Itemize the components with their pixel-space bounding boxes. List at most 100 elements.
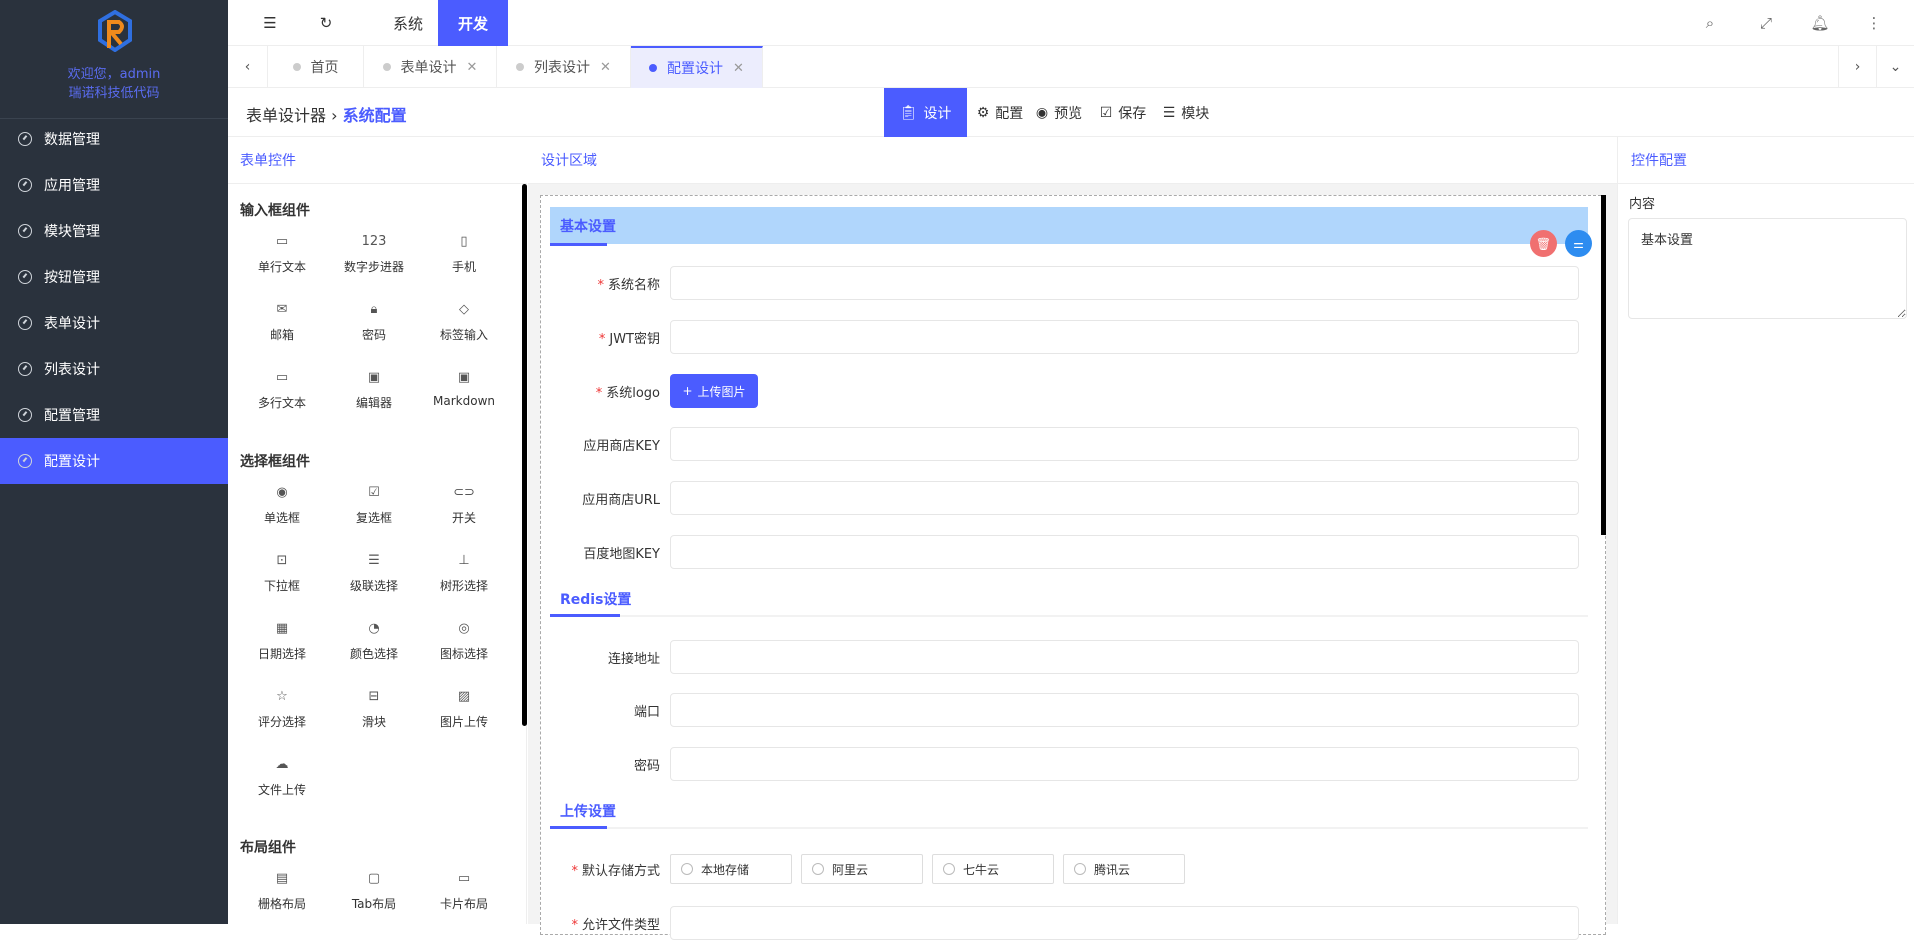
palette-component[interactable]: ⊥树形选择	[409, 551, 519, 594]
palette-component[interactable]: ☁文件上传	[228, 755, 337, 798]
palette-scrollbar[interactable]	[522, 184, 527, 726]
sidebar-item[interactable]: 数据管理	[0, 116, 228, 162]
sidebar-item[interactable]: 按钮管理	[0, 254, 228, 300]
component-label: 多行文本	[258, 396, 306, 410]
sidebar-item[interactable]: 模块管理	[0, 208, 228, 254]
right-panel-title: 控件配置	[1617, 137, 1914, 184]
palette-component[interactable]: ◎图标选择	[409, 619, 519, 662]
field-label-text: 默认存储方式	[582, 864, 660, 879]
text-input[interactable]	[670, 747, 1579, 781]
tab-dot-icon	[383, 63, 391, 71]
close-icon[interactable]: ✕	[600, 60, 611, 75]
bell-icon[interactable]: 🔔︎	[1808, 0, 1832, 46]
sidebar-item[interactable]: 配置设计	[0, 438, 228, 484]
sidebar-item[interactable]: 列表设计	[0, 346, 228, 392]
refresh-icon[interactable]: ↻	[314, 0, 338, 46]
text-input[interactable]	[670, 266, 1579, 300]
palette-component[interactable]: ◇标签输入	[409, 300, 519, 343]
tab[interactable]: 首页	[268, 46, 364, 88]
text-input[interactable]	[670, 906, 1579, 940]
top-menu-develop[interactable]: 开发	[438, 0, 508, 46]
field-label-text: 系统名称	[608, 278, 660, 293]
canvas-scrollbar[interactable]	[1601, 195, 1606, 535]
toolbar-checkbox-button[interactable]: ☑保存	[1094, 88, 1152, 137]
sidebar-item[interactable]: 应用管理	[0, 162, 228, 208]
text-input[interactable]	[670, 693, 1579, 727]
tab[interactable]: 列表设计✕	[497, 46, 631, 88]
toolbar-eye-button[interactable]: ◉ 预览	[1028, 88, 1090, 137]
toolbar-list-button[interactable]: ☰模块	[1156, 88, 1216, 137]
component-icon: ▣	[409, 368, 519, 388]
sidebar-item-label: 配置管理	[44, 405, 100, 425]
field-label-text: 端口	[634, 705, 660, 720]
settings-sliders-icon[interactable]: ⚌	[1565, 230, 1592, 257]
close-icon[interactable]: ✕	[733, 61, 744, 76]
tab-dot-icon	[293, 63, 301, 71]
top-menu-system[interactable]: 系统	[378, 0, 438, 46]
palette-component[interactable]: ⊂⊃开关	[409, 483, 519, 526]
field-label-text: JWT密钥	[609, 332, 660, 347]
palette-component[interactable]: ▯手机	[409, 232, 519, 275]
component-label: Markdown	[433, 394, 495, 408]
section-divider[interactable]: 上传设置	[550, 792, 1588, 829]
tab-label: 配置设计	[667, 58, 723, 78]
search-icon[interactable]: ⌕	[1698, 0, 1722, 46]
text-input[interactable]	[670, 640, 1579, 674]
field-label: * 默认存储方式	[560, 860, 660, 879]
close-icon[interactable]: ✕	[467, 60, 478, 75]
toolbar-label: 预览	[1054, 103, 1082, 123]
breadcrumb-parent[interactable]: 表单设计器	[246, 106, 326, 125]
sidebar-item-label: 列表设计	[44, 359, 100, 379]
delete-icon[interactable]: 🗑︎	[1530, 230, 1557, 257]
component-label: 卡片布局	[440, 897, 488, 911]
company-name: 瑞诺科技低代码	[0, 82, 228, 101]
text-input[interactable]	[670, 320, 1579, 354]
radio-option[interactable]: 阿里云	[801, 854, 923, 884]
sidebar-item[interactable]: 配置管理	[0, 392, 228, 438]
more-icon[interactable]: ⋮	[1862, 0, 1886, 46]
sidebar-item[interactable]: 表单设计	[0, 300, 228, 346]
list-icon: ☰	[1163, 105, 1176, 121]
palette-component[interactable]: ▣ Markdown	[409, 368, 519, 408]
field-label-text: 连接地址	[608, 652, 660, 667]
tab-label: 首页	[311, 57, 339, 77]
section-divider[interactable]: 基本设置	[550, 207, 1588, 244]
palette-component[interactable]: ▨图片上传	[409, 687, 519, 730]
section-divider[interactable]: Redis设置	[550, 580, 1588, 617]
required-mark: *	[571, 864, 578, 879]
text-input[interactable]	[670, 481, 1579, 515]
menu-fold-icon[interactable]: ☰	[258, 0, 282, 46]
field-label: 端口	[560, 701, 660, 720]
radio-option[interactable]: 七牛云	[932, 854, 1054, 884]
left-panel-title: 表单控件	[228, 137, 527, 184]
field-label-text: 应用商店KEY	[583, 439, 660, 454]
dashboard-icon	[18, 224, 32, 238]
dashboard-icon	[18, 362, 32, 376]
content-textarea[interactable]: 基本设置	[1628, 218, 1907, 319]
tab[interactable]: 表单设计✕	[364, 46, 497, 88]
fullscreen-icon[interactable]: ⤢	[1754, 0, 1778, 46]
field-label: 连接地址	[560, 648, 660, 667]
text-input[interactable]	[670, 427, 1579, 461]
tabs-dropdown-icon[interactable]: ⌄	[1877, 46, 1914, 88]
radio-option[interactable]: 腾讯云	[1063, 854, 1185, 884]
component-label: 日期选择	[258, 647, 306, 661]
radio-option[interactable]: 本地存储	[670, 854, 792, 884]
component-label: 编辑器	[356, 396, 392, 410]
palette-component[interactable]: ▭卡片布局	[409, 869, 519, 912]
tab[interactable]: 配置设计 ✕	[631, 46, 763, 88]
required-mark: *	[596, 386, 603, 401]
toolbar-gear-button[interactable]: ⚙配置	[972, 88, 1028, 137]
dashboard-icon	[18, 316, 32, 330]
field-label-text: 系统logo	[606, 386, 660, 401]
dashboard-icon	[18, 270, 32, 284]
upload-image-button[interactable]: +上传图片	[670, 374, 758, 408]
component-label: Tab布局	[352, 897, 396, 911]
text-input[interactable]	[670, 535, 1579, 569]
tabs-scroll-right-icon[interactable]: ›	[1838, 46, 1877, 88]
eye-icon: ◉	[1036, 105, 1048, 121]
breadcrumb: 表单设计器 › 系统配置	[246, 102, 407, 126]
toolbar-clipboard-button[interactable]: 📋︎设计	[884, 88, 967, 137]
component-icon: ▨	[409, 687, 519, 707]
tabs-scroll-left-icon[interactable]: ‹	[228, 46, 268, 88]
